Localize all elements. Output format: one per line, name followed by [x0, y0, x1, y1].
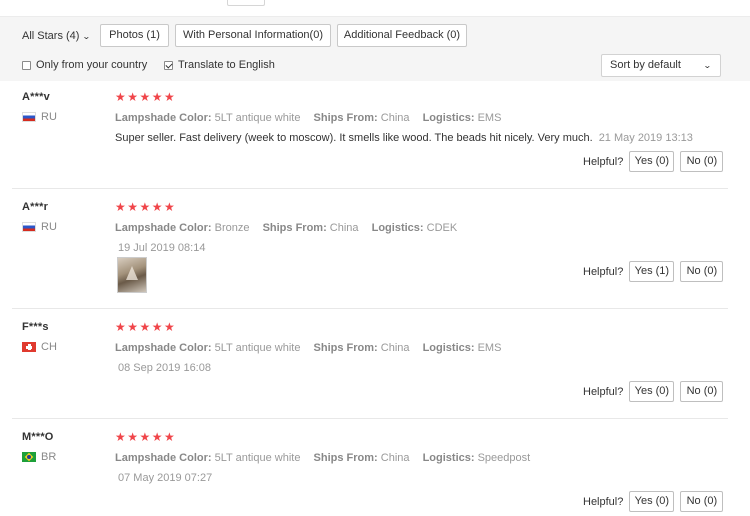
reviewer-name: A***v [22, 91, 50, 103]
reviewer-country: BR [22, 451, 56, 463]
only-country-checkbox[interactable]: Only from your country [22, 59, 147, 71]
personal-info-filter-button[interactable]: With Personal Information(0) [175, 24, 331, 47]
helpful-votes: Helpful? Yes (0) No (0) [583, 491, 724, 512]
attr-value: 5LT antique white [214, 452, 301, 464]
attr-key: Ships From: [262, 222, 327, 234]
only-country-label: Only from your country [36, 59, 148, 71]
checkbox-box[interactable] [22, 60, 31, 70]
review-date: 21 May 2019 13:13 [598, 132, 693, 144]
order-attributes: Lampshade Color: 5LT antique white Ships… [115, 452, 530, 464]
sort-label: Sort by default [610, 59, 681, 71]
country-code: CH [41, 341, 57, 353]
chevron-down-icon: ⌄ [82, 31, 92, 41]
review-filter-bar: All Stars (4) ⌄ Photos (1) With Personal… [0, 16, 750, 81]
helpful-yes-button[interactable]: Yes (0) [629, 381, 675, 402]
helpful-yes-button[interactable]: Yes (0) [629, 491, 675, 512]
attr-value: EMS [477, 342, 502, 354]
attr-value: CDEK [426, 222, 458, 234]
star-filter-select[interactable]: All Stars (4) ⌄ [22, 30, 92, 42]
attr-key: Lampshade Color: [115, 112, 212, 124]
helpful-no-button[interactable]: No (0) [680, 491, 724, 512]
helpful-label: Helpful? [583, 155, 624, 168]
rating-percent-stub: 0% [227, 0, 265, 6]
attr-value: 5LT antique white [214, 342, 301, 354]
reviewer-country: RU [22, 111, 57, 123]
reviewer-country: CH [22, 341, 57, 353]
country-code: RU [41, 111, 57, 123]
helpful-votes: Helpful? Yes (1) No (0) [583, 261, 724, 282]
star-rating: ★★★★★ [115, 320, 177, 334]
review-body: Super seller. Fast delivery (week to mos… [115, 132, 593, 144]
attr-value: EMS [477, 112, 502, 124]
star-rating: ★★★★★ [115, 200, 177, 214]
attr-key: Ships From: [313, 342, 378, 354]
attr-key: Logistics: [422, 452, 475, 464]
attr-key: Ships From: [313, 112, 378, 124]
helpful-votes: Helpful? Yes (0) No (0) [583, 151, 724, 172]
review-item: M***O BR ★★★★★ Lampshade Color: 5LT anti… [0, 431, 750, 516]
reviewer-name: A***r [22, 201, 49, 213]
checkbox-checked-box[interactable] [164, 60, 173, 70]
order-attributes: Lampshade Color: 5LT antique white Ships… [115, 342, 501, 354]
reviewer-name: F***s [22, 321, 49, 333]
translate-checkbox[interactable]: Translate to English [164, 59, 275, 71]
reviewer-name: M***O [22, 431, 54, 443]
star-rating: ★★★★★ [115, 90, 177, 104]
photos-filter-button[interactable]: Photos (1) [100, 24, 169, 47]
attr-key: Logistics: [371, 222, 424, 234]
russia-flag-icon [22, 112, 36, 122]
helpful-no-button[interactable]: No (0) [680, 261, 724, 282]
additional-feedback-filter-button[interactable]: Additional Feedback (0) [337, 24, 467, 47]
review-item: A***r RU ★★★★★ Lampshade Color: Bronze S… [0, 201, 750, 311]
review-divider [12, 188, 728, 189]
attr-key: Lampshade Color: [115, 342, 212, 354]
review-date: 19 Jul 2019 08:14 [118, 242, 206, 254]
brazil-flag-icon [22, 452, 36, 462]
helpful-label: Helpful? [583, 265, 624, 278]
reviewer-country: RU [22, 221, 57, 233]
helpful-no-button[interactable]: No (0) [680, 381, 724, 402]
helpful-label: Helpful? [583, 495, 624, 508]
attr-value: China [380, 342, 410, 354]
order-attributes: Lampshade Color: 5LT antique white Ships… [115, 112, 501, 124]
attr-value: 5LT antique white [214, 112, 301, 124]
country-code: RU [41, 221, 57, 233]
star-filter-label: All Stars (4) [22, 30, 80, 42]
review-photo-thumbnail[interactable] [117, 257, 147, 293]
attr-key: Lampshade Color: [115, 222, 212, 234]
switzerland-flag-icon [22, 342, 36, 352]
helpful-yes-button[interactable]: Yes (1) [629, 261, 675, 282]
sort-select[interactable]: Sort by default ⌄ [601, 54, 721, 77]
helpful-no-button[interactable]: No (0) [680, 151, 724, 172]
attr-key: Ships From: [313, 452, 378, 464]
attr-value: China [329, 222, 359, 234]
helpful-yes-button[interactable]: Yes (0) [629, 151, 675, 172]
russia-flag-icon [22, 222, 36, 232]
review-text: Super seller. Fast delivery (week to mos… [115, 132, 693, 144]
review-item: F***s CH ★★★★★ Lampshade Color: 5LT anti… [0, 321, 750, 431]
helpful-votes: Helpful? Yes (0) No (0) [583, 381, 724, 402]
attr-key: Lampshade Color: [115, 452, 212, 464]
attr-value: Speedpost [477, 452, 531, 464]
star-rating: ★★★★★ [115, 430, 177, 444]
attr-key: Logistics: [422, 112, 475, 124]
helpful-label: Helpful? [583, 385, 624, 398]
review-divider [12, 418, 728, 419]
attr-value: China [380, 452, 410, 464]
review-item: A***v RU ★★★★★ Lampshade Color: 5LT anti… [0, 91, 750, 201]
attr-value: Bronze [214, 222, 250, 234]
chevron-down-icon: ⌄ [703, 61, 713, 70]
review-date: 08 Sep 2019 16:08 [118, 362, 211, 374]
order-attributes: Lampshade Color: Bronze Ships From: Chin… [115, 222, 457, 234]
review-date: 07 May 2019 07:27 [118, 472, 213, 484]
translate-label: Translate to English [178, 59, 275, 71]
review-divider [12, 308, 728, 309]
attr-value: China [380, 112, 410, 124]
country-code: BR [41, 451, 57, 463]
attr-key: Logistics: [422, 342, 475, 354]
